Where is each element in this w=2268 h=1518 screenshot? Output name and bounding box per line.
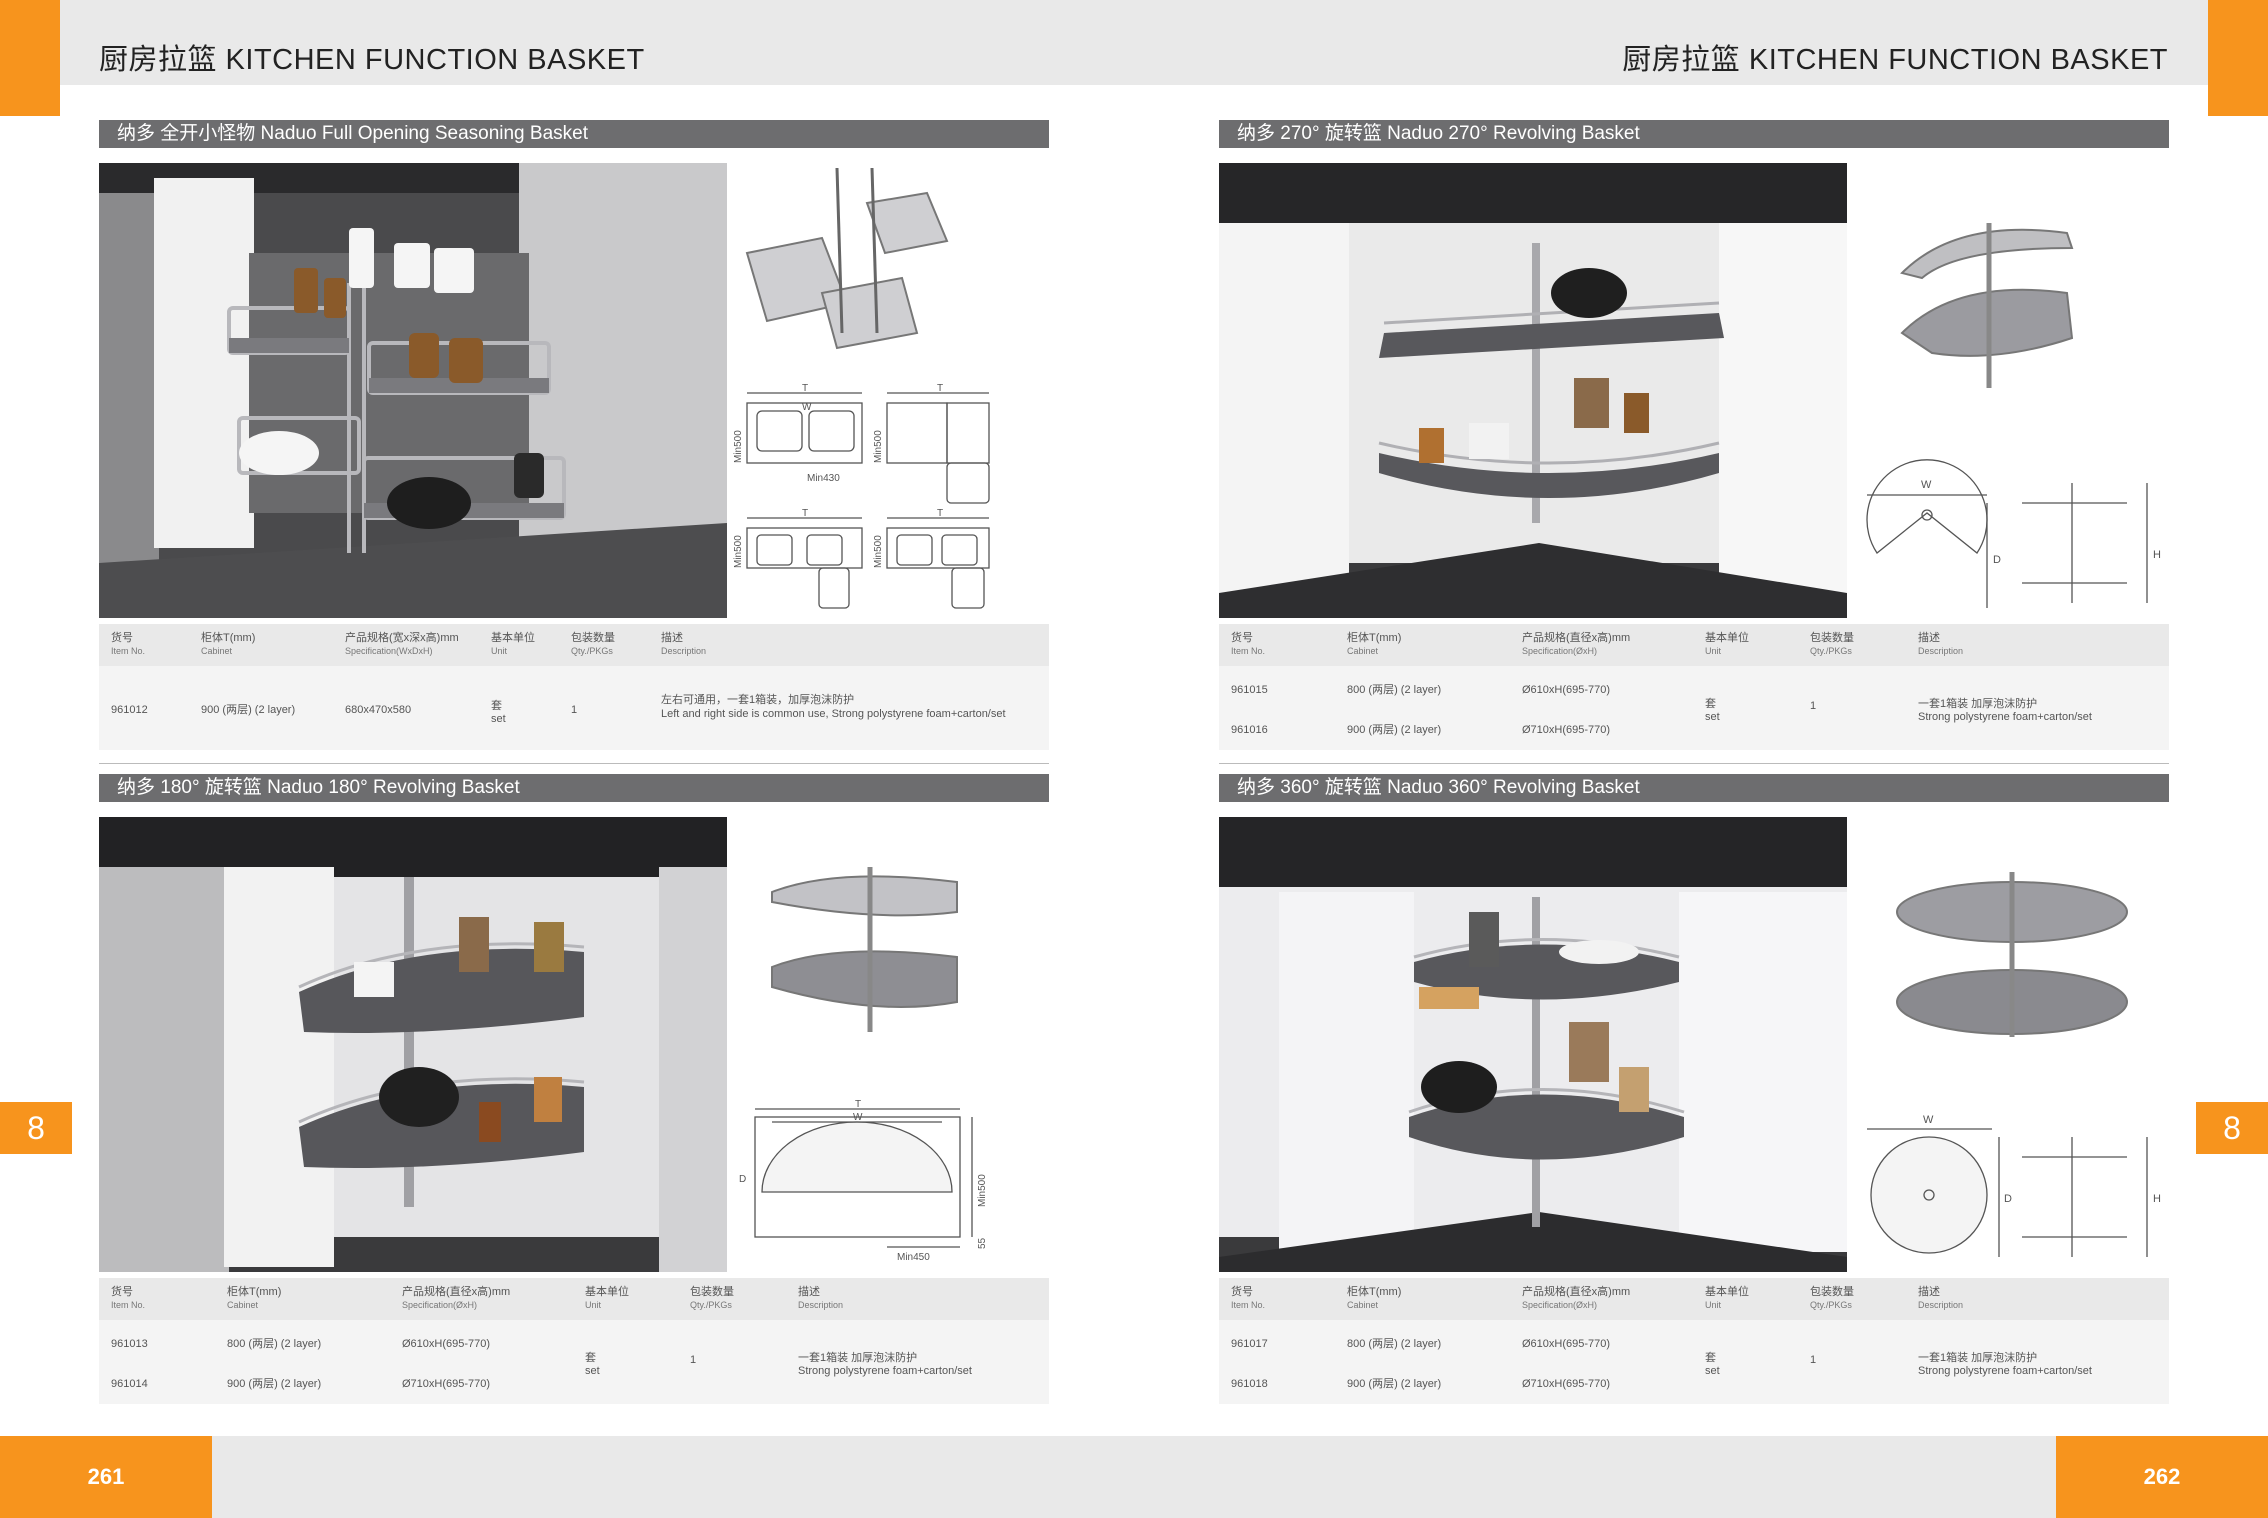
rev270-product-photo — [1219, 163, 1847, 618]
dim-d: D — [739, 1174, 746, 1185]
dim-min450: Min450 — [897, 1252, 930, 1263]
spec-table: 货号 Item No. 柜体T(mm) Cabinet 产品规格(直径x高)mm Sp… — [1219, 624, 2169, 750]
spec-table-header: 货号 Item No. 柜体T(mm) Cabinet 产品规格(直径x高)mm Sp… — [1219, 1278, 2169, 1320]
dim-min500: Min500 — [977, 1174, 988, 1207]
item-no: 961015 — [1231, 684, 1268, 696]
spec-table: 货号 Item No. 柜体T(mm) Cabinet 产品规格(直径x高)mm Sp… — [1219, 1278, 2169, 1404]
left-corner-accent — [0, 0, 60, 116]
unit-cn: 套 — [1705, 1352, 1716, 1364]
dim-d: D — [2004, 1193, 2012, 1205]
unit-cn: 套 — [1705, 698, 1716, 710]
cabinet: 900 (两层) (2 layer) — [1347, 724, 1442, 736]
dim-min500-4: Min500 — [873, 535, 884, 568]
dim-w: W — [1921, 479, 1932, 491]
rev270-section: 纳多 270° 旋转篮 Naduo 270° Revolving Basket — [1219, 120, 2169, 764]
spec: 680x470x580 — [345, 704, 412, 716]
spec-table-header: 货号 Item No. 柜体T(mm) Cabinet 产品规格(直径x高)mm Sp… — [99, 1278, 1049, 1320]
dim-t-4: T — [937, 508, 943, 519]
dim-min430: Min430 — [807, 473, 840, 484]
desc-cn: 一套1箱装 加厚泡沫防护 — [1918, 1352, 2038, 1364]
dim-t: T — [802, 383, 808, 394]
spec-table: 货号 Item No. 柜体T(mm) Cabinet 产品规格(宽x深x高)mm S… — [99, 624, 1049, 750]
right-corner-accent — [2208, 0, 2268, 116]
item-no: 961012 — [111, 704, 148, 716]
unit-en: set — [585, 1365, 600, 1377]
right-chapter-tab: 8 — [2196, 1102, 2268, 1154]
rev360-diagrams: W D H — [1847, 817, 2169, 1272]
dim-w: W — [1923, 1114, 1934, 1126]
dim-w: W — [802, 402, 812, 413]
cabinet: 900 (两层) (2 layer) — [201, 704, 296, 716]
unit-en: set — [1705, 1365, 1720, 1377]
dim-d: D — [1993, 554, 2001, 566]
desc-en: Strong polystyrene foam+carton/set — [1918, 1365, 2092, 1377]
dim-w: W — [853, 1112, 863, 1123]
unit-en: set — [1705, 711, 1720, 723]
qty: 1 — [571, 704, 578, 716]
spec: Ø610xH(695-770) — [1522, 684, 1611, 696]
desc-en: Strong polystyrene foam+carton/set — [1918, 711, 2092, 723]
right-page-title: 厨房拉篮 KITCHEN FUNCTION BASKET — [1622, 44, 2168, 76]
full-opening-section: 纳多 全开小怪物 Naduo Full Opening Seasoning Ba… — [99, 120, 1049, 764]
section-title-bar: 纳多 180° 旋转篮 Naduo 180° Revolving Basket — [99, 774, 1049, 802]
spec-table-header: 货号 Item No. 柜体T(mm) Cabinet 产品规格(直径x高)mm Sp… — [1219, 624, 2169, 666]
unit-cn: 套 — [585, 1352, 596, 1364]
cabinet: 900 (两层) (2 layer) — [1347, 1378, 1442, 1390]
dim-t: T — [855, 1099, 861, 1110]
right-page-number: 262 — [2056, 1436, 2268, 1518]
item-no: 961016 — [1231, 724, 1268, 736]
rev180-diagrams: T W D Min450 Min500 55 — [727, 817, 1049, 1272]
desc-en: Strong polystyrene foam+carton/set — [798, 1365, 972, 1377]
cabinet: 900 (两层) (2 layer) — [227, 1378, 322, 1390]
qty: 1 — [1810, 700, 1817, 712]
bottom-footer-band — [0, 1436, 2268, 1518]
section-title-bar: 纳多 270° 旋转篮 Naduo 270° Revolving Basket — [1219, 120, 2169, 148]
rev180-product-photo — [99, 817, 727, 1272]
section-title-bar: 纳多 360° 旋转篮 Naduo 360° Revolving Basket — [1219, 774, 2169, 802]
spec: Ø710xH(695-770) — [1522, 1378, 1611, 1390]
rev180-section: 纳多 180° 旋转篮 Naduo 180° Revolving Basket — [99, 774, 1049, 1414]
dim-min500-3: Min500 — [733, 535, 744, 568]
section-divider — [99, 763, 1049, 764]
rev360-section: 纳多 360° 旋转篮 Naduo 360° Revolving Basket — [1219, 774, 2169, 1414]
dim-h: H — [2153, 1193, 2161, 1205]
cabinet: 800 (两层) (2 layer) — [1347, 1338, 1442, 1350]
spec-table: 货号 Item No. 柜体T(mm) Cabinet 产品规格(直径x高)mm Sp… — [99, 1278, 1049, 1404]
cabinet: 800 (两层) (2 layer) — [1347, 684, 1442, 696]
item-no: 961013 — [111, 1338, 148, 1350]
desc-cn: 左右可通用，一套1箱装，加厚泡沫防护 — [661, 694, 855, 706]
spec: Ø710xH(695-770) — [1522, 724, 1611, 736]
qty: 1 — [1810, 1354, 1817, 1366]
desc-en: Left and right side is common use, Stron… — [661, 708, 1006, 720]
spec: Ø610xH(695-770) — [402, 1338, 491, 1350]
spec: Ø710xH(695-770) — [402, 1378, 491, 1390]
desc-cn: 一套1箱装 加厚泡沫防护 — [1918, 698, 2038, 710]
left-page-number: 261 — [0, 1436, 212, 1518]
dim-min500-2: Min500 — [873, 430, 884, 463]
dim-t-2: T — [937, 383, 943, 394]
full-opening-diagrams: T W T T T Min430 Min500 Min500 Min500 Mi… — [727, 163, 1049, 618]
item-no: 961018 — [1231, 1378, 1268, 1390]
section-divider — [1219, 763, 2169, 764]
full-opening-product-photo — [99, 163, 727, 618]
qty: 1 — [690, 1354, 697, 1366]
dim-min500: Min500 — [733, 430, 744, 463]
rev270-diagrams: W D H — [1847, 163, 2169, 618]
spec-table-header: 货号 Item No. 柜体T(mm) Cabinet 产品规格(宽x深x高)mm S… — [99, 624, 1049, 666]
dim-t-3: T — [802, 508, 808, 519]
desc-cn: 一套1箱装 加厚泡沫防护 — [798, 1352, 918, 1364]
dim-h: H — [2153, 549, 2161, 561]
item-no: 961014 — [111, 1378, 148, 1390]
item-no: 961017 — [1231, 1338, 1268, 1350]
rev360-product-photo — [1219, 817, 1847, 1272]
unit-cn: 套 — [491, 700, 502, 712]
left-page-title: 厨房拉篮 KITCHEN FUNCTION BASKET — [99, 44, 645, 76]
spec: Ø610xH(695-770) — [1522, 1338, 1611, 1350]
unit-en: set — [491, 713, 506, 725]
section-title-bar: 纳多 全开小怪物 Naduo Full Opening Seasoning Ba… — [99, 120, 1049, 148]
left-chapter-tab: 8 — [0, 1102, 72, 1154]
dim-55: 55 — [977, 1237, 988, 1249]
cabinet: 800 (两层) (2 layer) — [227, 1338, 322, 1350]
